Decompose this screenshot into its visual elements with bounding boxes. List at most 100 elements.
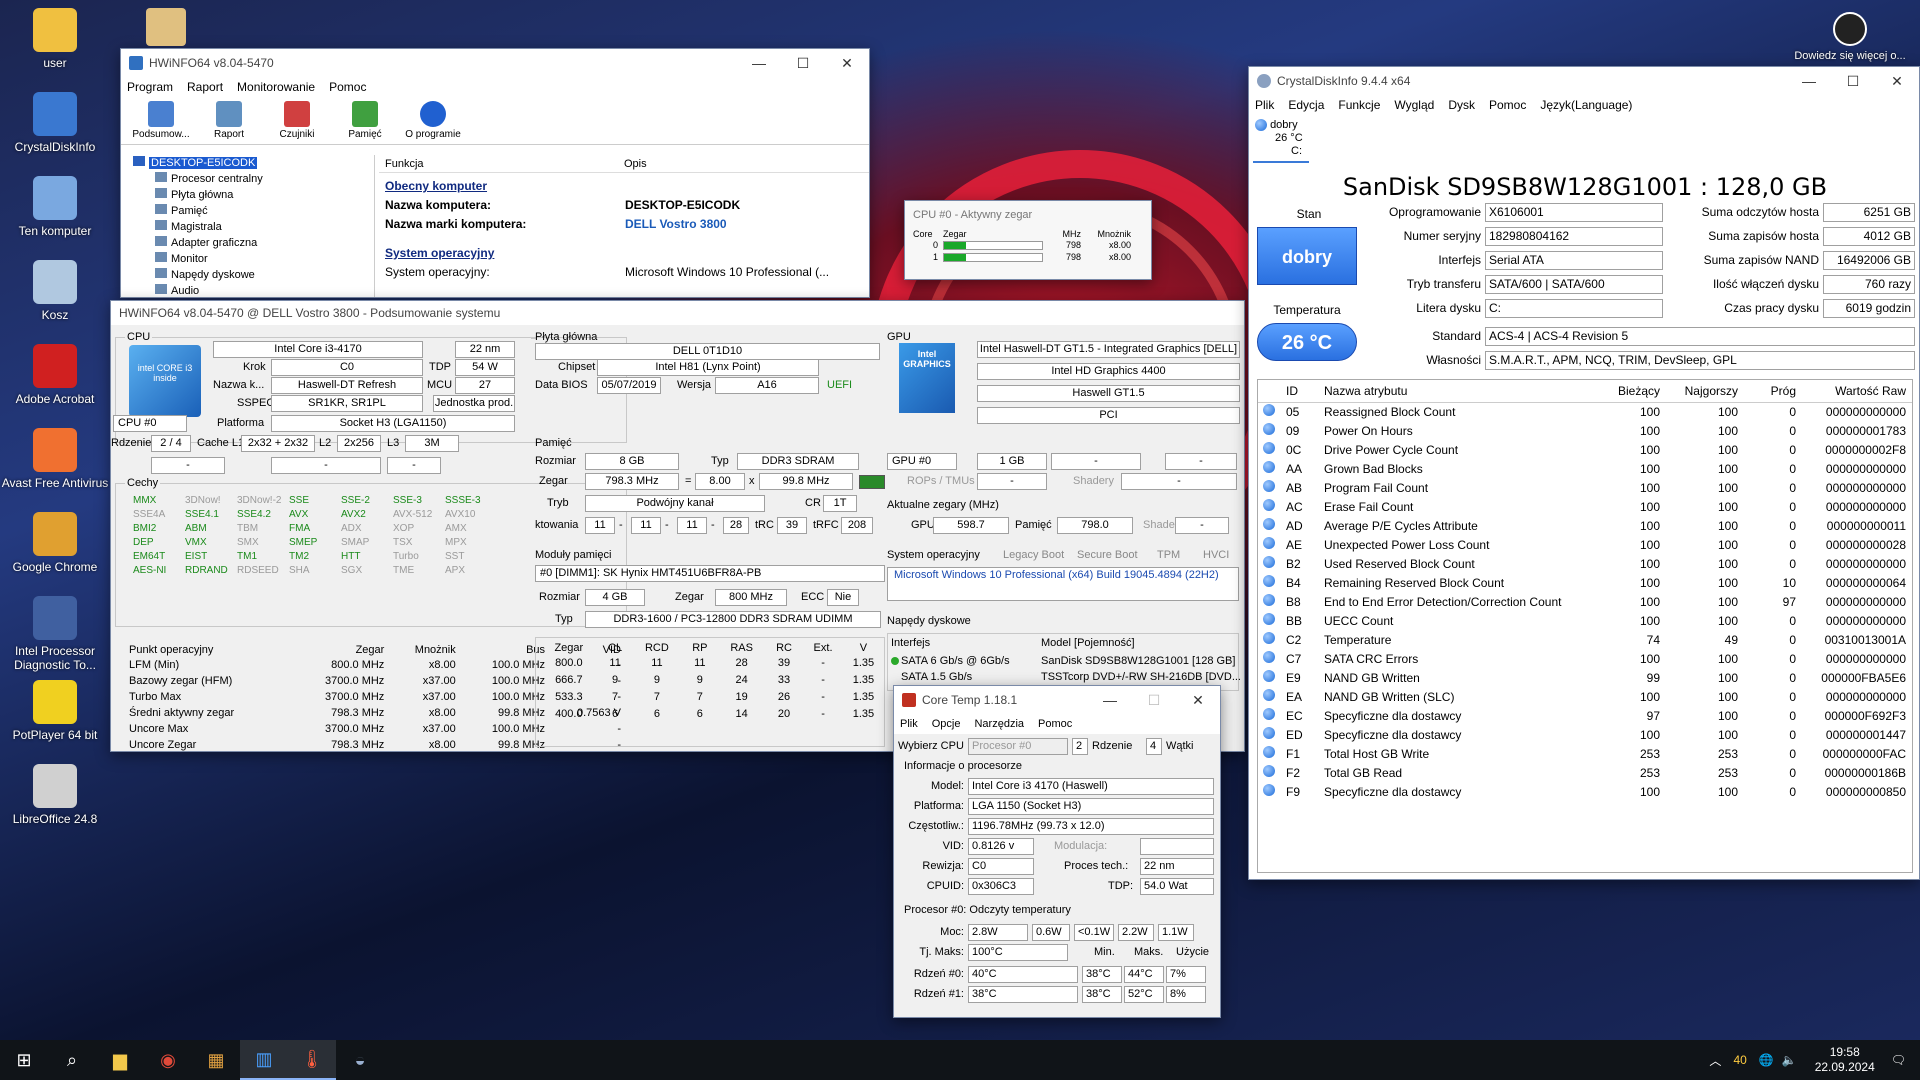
desktop-app-icon-top[interactable] xyxy=(146,8,186,46)
menu-item[interactable]: Pomoc xyxy=(329,80,366,94)
menu-item[interactable]: Wygląd xyxy=(1394,98,1434,112)
search-button[interactable]: ⌕ xyxy=(48,1040,96,1080)
table-row[interactable]: AB Program Fail Count 100 100 0 000000000000 xyxy=(1258,478,1912,497)
menu-item[interactable]: Język(Language) xyxy=(1540,98,1632,112)
module-select[interactable]: #0 [DIMM1]: SK Hynix HMT451U6BFR8A-PB xyxy=(535,565,885,582)
start-button[interactable]: ⊞ xyxy=(0,1040,48,1080)
globe-icon[interactable]: 🌐 xyxy=(1759,1053,1774,1067)
smart-col[interactable]: ID xyxy=(1280,380,1318,402)
menu-item[interactable]: Pomoc xyxy=(1489,98,1526,112)
health-status-button[interactable]: dobry xyxy=(1257,227,1357,285)
cdi-drive-tab[interactable]: dobry 26 °C C: xyxy=(1253,119,1309,163)
maximize-icon[interactable]: ☐ xyxy=(781,55,825,72)
table-row[interactable]: 05 Reassigned Block Count 100 100 0 000000000… xyxy=(1258,402,1912,421)
table-row[interactable]: F2 Total GB Read 253 253 0 00000000186B xyxy=(1258,763,1912,782)
smart-col[interactable]: Bieżący xyxy=(1602,380,1666,402)
table-row[interactable]: ED Specyficzne dla dostawcy 100 100 0 0000000… xyxy=(1258,725,1912,744)
table-row[interactable]: B8 End to End Error Detection/Correction … xyxy=(1258,592,1912,611)
table-row[interactable]: 09 Power On Hours 100 100 0 000000001783 xyxy=(1258,421,1912,440)
notification-icon[interactable]: 🗨 xyxy=(1891,1053,1906,1067)
smart-col[interactable]: Nazwa atrybutu xyxy=(1318,380,1602,402)
menu-item[interactable]: Pomoc xyxy=(1038,718,1072,730)
maximize-icon[interactable]: ☐ xyxy=(1132,692,1176,709)
tree-item[interactable]: DESKTOP-E5ICODK xyxy=(125,155,374,171)
toolbar-button[interactable]: O programie xyxy=(399,97,467,144)
coretemp-window[interactable]: Core Temp 1.18.1 — ☐ ✕ Plik Opcje Narzędzia Po… xyxy=(893,685,1221,1018)
taskbar-chrome[interactable]: ◉ xyxy=(144,1040,192,1080)
menu-item[interactable]: Plik xyxy=(1255,98,1274,112)
toolbar-button[interactable]: Pamięć xyxy=(331,97,399,144)
minimize-icon[interactable]: — xyxy=(737,55,781,72)
table-row[interactable]: B2 Used Reserved Block Count 100 100 0 000000… xyxy=(1258,554,1912,573)
desktop-icon-1[interactable]: CrystalDiskInfo xyxy=(0,92,110,154)
minimize-icon[interactable]: — xyxy=(1088,692,1132,709)
tree-item[interactable]: Magistrala xyxy=(125,219,374,235)
table-row[interactable]: F9 Specyficzne dla dostawcy 100 100 0 0000000… xyxy=(1258,782,1912,801)
temperature-button[interactable]: 26 °C xyxy=(1257,323,1357,361)
table-row[interactable]: C7 SATA CRC Errors 100 100 0 000000000000 xyxy=(1258,649,1912,668)
close-icon[interactable]: ✕ xyxy=(1176,692,1220,709)
menu-item[interactable]: Edycja xyxy=(1288,98,1324,112)
hwinfo-titlebar[interactable]: HWiNFO64 v8.04-5470 — ☐ ✕ xyxy=(121,49,869,77)
maximize-icon[interactable]: ☐ xyxy=(1831,73,1875,90)
table-row[interactable]: AD Average P/E Cycles Attribute 100 100 0 000… xyxy=(1258,516,1912,535)
toolbar-button[interactable]: Czujniki xyxy=(263,97,331,144)
table-row[interactable]: AA Grown Bad Blocks 100 100 0 000000000000 xyxy=(1258,459,1912,478)
desktop-corner-widget[interactable]: Dowiedz się więcej o... xyxy=(1790,12,1910,62)
tree-item[interactable]: Audio xyxy=(125,283,374,297)
desktop-icon-4[interactable]: Adobe Acrobat xyxy=(0,344,110,406)
menu-item[interactable]: Funkcje xyxy=(1338,98,1380,112)
minimize-icon[interactable]: — xyxy=(1787,73,1831,90)
close-icon[interactable]: ✕ xyxy=(825,55,869,72)
tray-temp[interactable]: 40 xyxy=(1733,1053,1746,1067)
taskbar-coretemp[interactable]: 🌡 xyxy=(288,1040,336,1080)
cpu-select[interactable]: Procesor #0 xyxy=(968,738,1068,755)
table-row[interactable]: AE Unexpected Power Loss Count 100 100 0 0000… xyxy=(1258,535,1912,554)
table-row[interactable]: B4 Remaining Reserved Block Count 100 100 10… xyxy=(1258,573,1912,592)
taskbar-explorer[interactable]: ▆ xyxy=(96,1040,144,1080)
taskbar-hwinfo[interactable]: ▥ xyxy=(240,1040,288,1080)
tree-item[interactable]: Adapter graficzna xyxy=(125,235,374,251)
toolbar-button[interactable]: Podsumow... xyxy=(127,97,195,144)
smart-col[interactable]: Próg xyxy=(1744,380,1802,402)
tree-item[interactable]: Procesor centralny xyxy=(125,171,374,187)
cpu-select[interactable]: CPU #0 xyxy=(113,415,187,432)
gpu-select[interactable]: GPU #0 xyxy=(887,453,957,470)
desktop-icon-9[interactable]: LibreOffice 24.8 xyxy=(0,764,110,826)
desktop-icon-8[interactable]: PotPlayer 64 bit xyxy=(0,680,110,742)
table-row[interactable]: E9 NAND GB Written 99 100 0 000000FBA5E6 xyxy=(1258,668,1912,687)
tree-item[interactable]: Pamięć xyxy=(125,203,374,219)
desktop-icon-5[interactable]: Avast Free Antivirus xyxy=(0,428,110,490)
close-icon[interactable]: ✕ xyxy=(1875,73,1919,90)
hwinfo-main-window[interactable]: HWiNFO64 v8.04-5470 — ☐ ✕ Program Raport Moni… xyxy=(120,48,870,298)
table-row[interactable]: BB UECC Count 100 100 0 000000000000 xyxy=(1258,611,1912,630)
menu-item[interactable]: Raport xyxy=(187,80,223,94)
smart-col[interactable]: Wartość Raw xyxy=(1802,380,1912,402)
menu-item[interactable]: Monitorowanie xyxy=(237,80,315,94)
smart-col[interactable]: Najgorszy xyxy=(1666,380,1744,402)
speaker-icon[interactable]: 🔈 xyxy=(1782,1053,1797,1067)
tree-item[interactable]: Płyta główna xyxy=(125,187,374,203)
desktop-icon-6[interactable]: Google Chrome xyxy=(0,512,110,574)
taskbar-app1[interactable]: ▦ xyxy=(192,1040,240,1080)
toolbar-button[interactable]: Raport xyxy=(195,97,263,144)
tree-item[interactable]: Monitor xyxy=(125,251,374,267)
desktop-icon-7[interactable]: Intel Processor Diagnostic To... xyxy=(0,596,110,672)
tray-chevron-icon[interactable]: ︿ xyxy=(1709,1052,1721,1069)
coretemp-titlebar[interactable]: Core Temp 1.18.1 — ☐ ✕ xyxy=(894,686,1220,714)
tree-item[interactable]: Napędy dyskowe xyxy=(125,267,374,283)
col-opis[interactable]: Opis xyxy=(624,155,647,172)
table-row[interactable]: EA NAND GB Written (SLC) 100 100 0 0000000000… xyxy=(1258,687,1912,706)
table-row[interactable]: F1 Total Host GB Write 253 253 0 000000000FAC xyxy=(1258,744,1912,763)
table-row[interactable]: 0C Drive Power Cycle Count 100 100 0 00000000… xyxy=(1258,440,1912,459)
cdi-titlebar[interactable]: CrystalDiskInfo 9.4.4 x64 — ☐ ✕ xyxy=(1249,67,1919,95)
col-funkcja[interactable]: Funkcja xyxy=(379,155,624,172)
table-row[interactable]: AC Erase Fail Count 100 100 0 000000000000 xyxy=(1258,497,1912,516)
cpu-clock-window[interactable]: CPU #0 - Aktywny zegar Core Zegar MHz Mnożn… xyxy=(904,200,1152,280)
menu-item[interactable]: Opcje xyxy=(932,718,961,730)
menu-item[interactable]: Dysk xyxy=(1448,98,1475,112)
table-row[interactable]: C2 Temperature 74 49 0 00310013001A xyxy=(1258,630,1912,649)
menu-item[interactable]: Narzędzia xyxy=(974,718,1024,730)
desktop-icon-3[interactable]: Kosz xyxy=(0,260,110,322)
menu-item[interactable]: Plik xyxy=(900,718,918,730)
